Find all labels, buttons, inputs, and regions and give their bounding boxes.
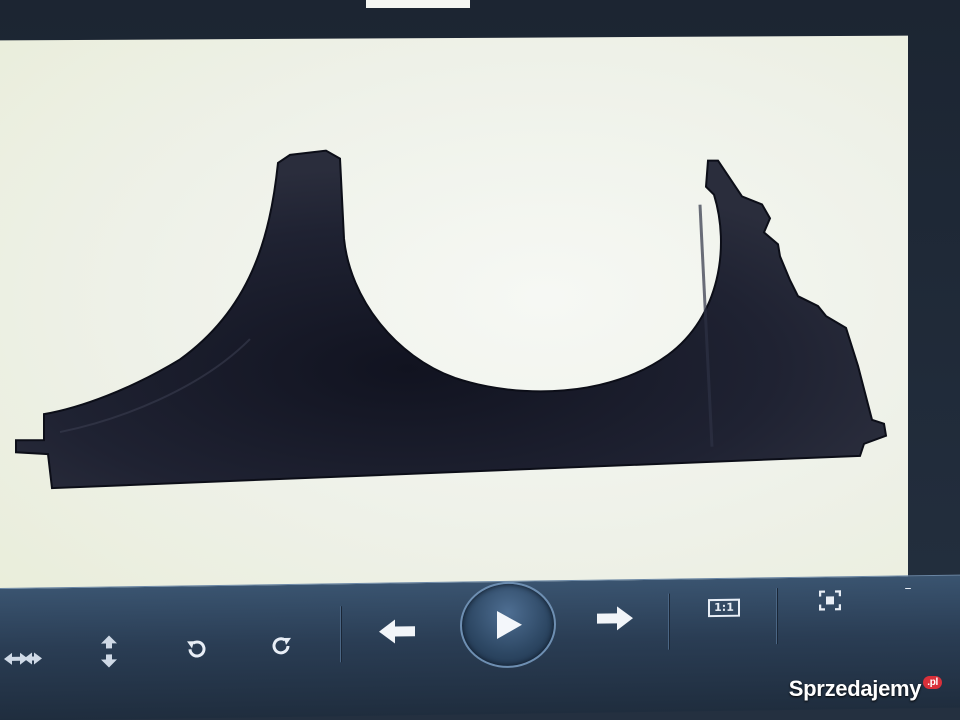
fit-width-button[interactable] (0, 642, 44, 675)
window-tab[interactable] (366, 0, 470, 8)
vertical-arrows-icon (101, 635, 117, 668)
rotate-cw-icon (272, 637, 291, 655)
rotate-right-button[interactable] (264, 629, 300, 664)
part-photo (15, 149, 888, 490)
fit-height-button[interactable] (92, 631, 126, 671)
watermark-badge: .pl (923, 676, 942, 689)
previous-button[interactable] (374, 613, 420, 650)
image-viewport[interactable] (0, 35, 908, 619)
play-icon (497, 611, 522, 640)
rotate-ccw-icon (187, 640, 206, 658)
gauge-holder-shape (15, 149, 888, 490)
rotate-left-button[interactable] (178, 632, 214, 667)
minimize-button[interactable]: – (896, 576, 920, 600)
watermark-text: Sprzedajemy (788, 676, 922, 701)
arrow-left-icon (379, 619, 415, 644)
watermark: Sprzedajemy .pl (789, 676, 942, 702)
play-slideshow-button[interactable] (460, 581, 556, 669)
toolbar-separator (340, 606, 341, 663)
fullscreen-icon (819, 590, 841, 611)
next-button[interactable] (592, 600, 638, 637)
toolbar-separator (776, 588, 777, 645)
toolbar-separator (668, 593, 669, 650)
horizontal-arrows-icon (4, 652, 42, 665)
actual-size-button[interactable]: 1:1 (702, 593, 746, 624)
one-to-one-icon: 1:1 (708, 598, 740, 618)
screen: 1:1 – Sprzedajemy .pl (0, 0, 960, 720)
arrow-right-icon (597, 606, 633, 631)
fullscreen-button[interactable] (812, 585, 848, 616)
